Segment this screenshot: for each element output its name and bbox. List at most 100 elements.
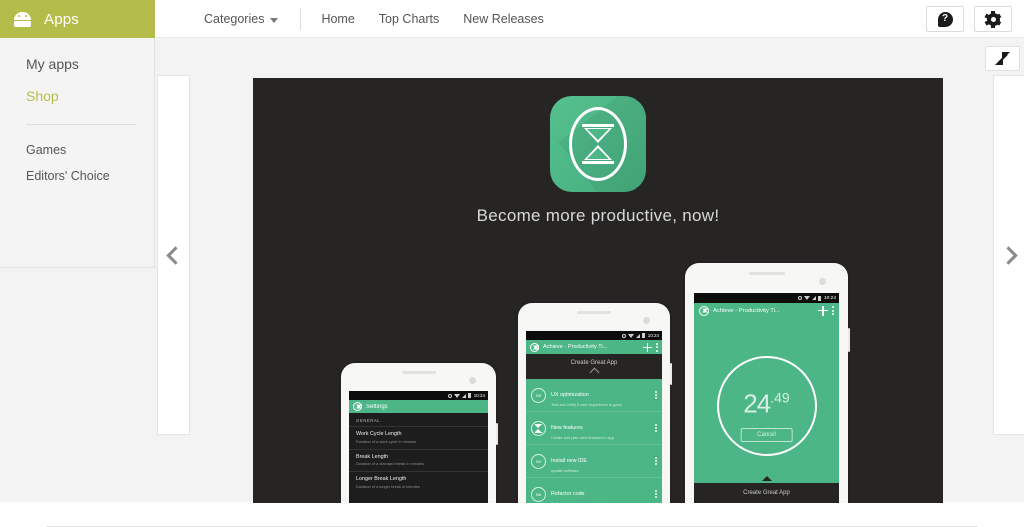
hourglass-icon [535, 423, 542, 433]
add-icon[interactable] [643, 342, 652, 352]
settings-row[interactable]: Work Cycle Length Duration of a work cyc… [349, 426, 488, 449]
phone-app-bar-title: Settings [366, 403, 388, 410]
task-description: Test and verify if user experience is go… [551, 402, 622, 407]
sidebar-item-shop[interactable]: Shop [0, 80, 154, 112]
settings-row[interactable]: Break Length Duration of a standard brea… [349, 448, 488, 472]
task-hourglass-badge [531, 420, 546, 436]
add-icon[interactable] [818, 305, 828, 316]
task-description: update software [551, 468, 579, 473]
phone-mockup-timer: 10:24 Achieve - Productivity Ti... 24.49… [685, 263, 850, 503]
phone-app-bar: Achieve - Productivity Ti... [694, 303, 839, 318]
hourglass-glyph [582, 124, 614, 164]
gear-icon [984, 10, 1002, 28]
settings-row-title: Work Cycle Length [356, 431, 402, 437]
task-list-item[interactable]: 0/2 Install new IDE update software [526, 445, 662, 478]
feature-banner[interactable]: Become more productive, now! 10:24 Setti… [253, 78, 943, 503]
status-time: 10:24 [473, 393, 485, 398]
settings-button[interactable] [974, 6, 1012, 32]
sidebar-divider [26, 124, 136, 125]
task-list-item[interactable]: 0/8 Refactor code Optimize or delete unu… [526, 478, 662, 503]
project-label: Create Great App [570, 360, 618, 366]
task-list-item[interactable]: 0/5 UX optimization Test and verify if u… [526, 379, 662, 412]
task-progress-badge: 0/2 [531, 453, 546, 469]
settings-row-title: Longer Break Length [356, 476, 407, 482]
signal-icon [461, 393, 466, 398]
carousel-next-button[interactable] [993, 75, 1024, 435]
nav-link-home[interactable]: Home [309, 0, 366, 38]
signal-icon [811, 296, 816, 300]
collapse-inward-icon [995, 51, 1010, 66]
nav-link-new-releases[interactable]: New Releases [451, 0, 556, 38]
status-time: 10:24 [647, 333, 659, 338]
phone-status-bar: 10:24 [526, 331, 662, 340]
phone-mockup-settings: 10:24 Settings GENERAL Work Cycle Length… [341, 363, 498, 503]
main-navigation: Categories Home Top Charts New Releases [190, 0, 556, 38]
task-overflow-icon[interactable] [655, 457, 657, 465]
settings-row-subtitle: Duration of a longer break in minutes [356, 483, 420, 489]
nav-categories-dropdown[interactable]: Categories [190, 0, 292, 38]
timer-cancel-button[interactable]: Cancel [740, 428, 793, 442]
project-footer[interactable]: Create Great App [694, 483, 839, 503]
task-name: UX optimization [551, 392, 589, 398]
chevron-up-icon [589, 367, 599, 378]
overflow-menu-icon[interactable] [832, 306, 834, 316]
status-time: 10:24 [823, 295, 836, 301]
app-logo-icon [530, 342, 539, 352]
battery-icon [817, 295, 821, 301]
wifi-icon [627, 333, 634, 338]
settings-row-subtitle: Duration of a standard break in minutes [356, 461, 425, 466]
phone-status-bar: 10:24 [694, 293, 839, 303]
battery-icon [641, 333, 645, 338]
collapse-button[interactable] [985, 46, 1020, 71]
settings-row-subtitle: Duration of a work cycle in minutes [356, 438, 417, 444]
overflow-menu-icon[interactable] [656, 342, 658, 352]
nav-link-top-charts[interactable]: Top Charts [367, 0, 451, 38]
chevron-left-icon [166, 245, 185, 265]
task-overflow-icon[interactable] [655, 391, 657, 399]
hourglass-app-icon [550, 96, 646, 192]
top-header-bar: Apps Categories Home Top Charts New Rele… [0, 0, 1024, 38]
phone-app-bar-title: Achieve - Productivity Ti... [713, 307, 780, 314]
nav-categories-label: Categories [204, 12, 265, 26]
phone-status-bar: 10:24 [349, 391, 488, 400]
settings-row[interactable]: Longer Break Length Duration of a longer… [349, 471, 488, 494]
android-robot-icon [14, 9, 31, 27]
brand-label: Apps [44, 10, 79, 28]
settings-row-title: Break Length [356, 453, 389, 460]
task-progress-badge: 0/8 [531, 486, 546, 502]
project-label: Create Great App [743, 490, 790, 496]
sidebar-item-games[interactable]: Games [0, 137, 154, 163]
phone-app-bar: Achieve - Productivity Ti... [526, 340, 662, 354]
battery-icon [467, 393, 471, 398]
chevron-down-icon [270, 17, 279, 23]
settings-list: GENERAL Work Cycle Length Duration of a … [349, 413, 488, 503]
task-name: Refactor code [551, 491, 585, 497]
task-progress-badge: 0/5 [531, 387, 546, 403]
nav-divider [300, 8, 302, 30]
phone-mockup-task-list: 10:24 Achieve - Productivity Ti... Creat… [518, 303, 672, 503]
task-overflow-icon[interactable] [655, 424, 657, 432]
wifi-icon [453, 393, 460, 398]
app-logo-icon [353, 402, 362, 411]
task-name: Install new IDE [551, 458, 587, 464]
chevron-down-icon [761, 498, 772, 503]
project-header[interactable]: Create Great App [526, 354, 662, 379]
timer-screen: 24.49 Cancel Create Great App [694, 318, 839, 503]
sidebar-item-editors-choice[interactable]: Editors' Choice [0, 163, 154, 189]
phone-app-bar: Settings [349, 400, 488, 413]
chevron-right-icon [998, 245, 1018, 265]
help-button[interactable]: ? [926, 6, 964, 32]
top-action-buttons: ? [926, 6, 1012, 32]
carousel-prev-button[interactable] [157, 75, 190, 435]
sync-icon [447, 393, 452, 398]
task-description: Create and plan next features in app [551, 435, 614, 440]
help-icon: ? [937, 11, 953, 27]
apps-brand-button[interactable]: Apps [0, 0, 155, 38]
timer-value: 24.49 [694, 390, 839, 416]
footer-notch [761, 476, 772, 481]
timer-major: 24 [743, 388, 771, 419]
task-overflow-icon[interactable] [655, 490, 657, 498]
banner-tagline: Become more productive, now! [476, 206, 720, 225]
sidebar-item-my-apps[interactable]: My apps [0, 48, 154, 80]
task-list-item[interactable]: New features Create and plan next featur… [526, 412, 662, 445]
